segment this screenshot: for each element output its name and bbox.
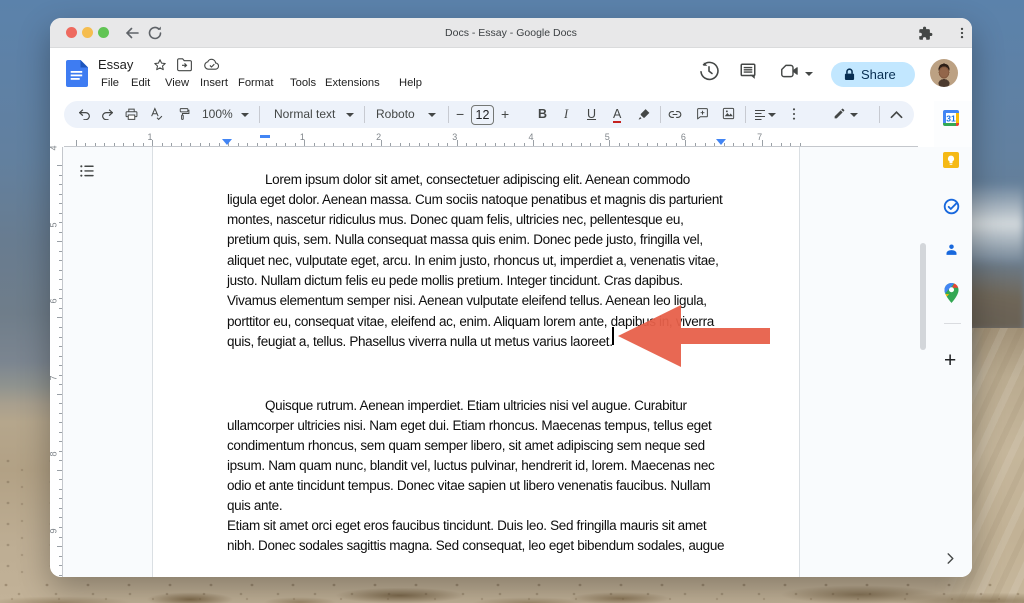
svg-text:31: 31 <box>946 114 956 124</box>
